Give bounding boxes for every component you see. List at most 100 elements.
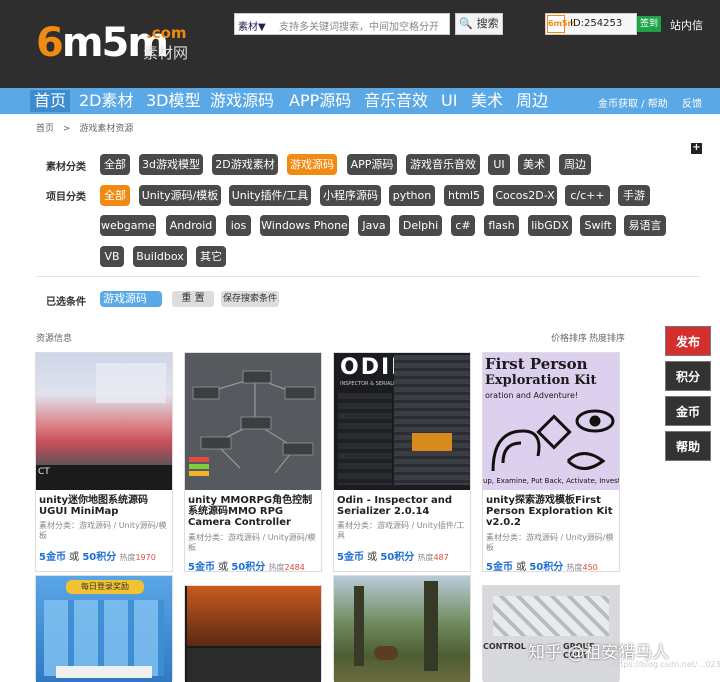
project-tag-selected[interactable]: 全部 xyxy=(100,185,130,206)
search-icon: 🔍 xyxy=(459,17,474,30)
price-or: 或 xyxy=(516,562,527,573)
resource-card[interactable]: CONTROL GROUP CONT xyxy=(482,585,620,682)
card-thumbnail[interactable]: CT xyxy=(36,353,172,490)
heat-label: 热度 xyxy=(268,563,285,572)
category-tag[interactable]: 游戏音乐音效 xyxy=(406,154,480,175)
project-tag[interactable]: 易语言 xyxy=(624,215,666,236)
resource-card[interactable]: ODIN INSPECTOR & SERIALIZER Odin - Inspe… xyxy=(333,352,471,572)
nav-item-ui[interactable]: UI xyxy=(441,90,457,112)
card-thumbnail[interactable]: 每日登录奖励 xyxy=(36,576,172,682)
category-tag[interactable]: 3d游戏模型 xyxy=(139,154,203,175)
logo-cn: 素材网 xyxy=(143,44,189,62)
nav-item-audio[interactable]: 音乐音效 xyxy=(364,90,428,112)
project-tag[interactable]: Windows Phone xyxy=(260,215,349,236)
project-tag[interactable]: 手游 xyxy=(618,185,650,206)
site-logo[interactable]: 6m5m .com 素材网 xyxy=(36,18,196,68)
breadcrumb-home[interactable]: 首页 xyxy=(36,124,54,134)
results-title: 资源信息 xyxy=(36,334,73,344)
project-tag[interactable]: Delphi xyxy=(399,215,442,236)
project-tag[interactable]: Android xyxy=(166,215,216,236)
category-tag[interactable]: 周边 xyxy=(559,154,591,175)
card-thumbnail[interactable]: CONTROL GROUP CONT xyxy=(483,586,619,682)
project-tag[interactable]: 其它 xyxy=(196,246,226,267)
nav-item-3d[interactable]: 3D模型 xyxy=(146,90,201,112)
resource-card[interactable]: unity MMORPG角色控制系统源码MMO RPG Camera Contr… xyxy=(184,352,322,573)
heat-value: 2484 xyxy=(284,563,305,572)
project-tag[interactable]: webgame xyxy=(100,215,156,236)
breadcrumb-separator: > xyxy=(62,124,71,134)
resource-card[interactable] xyxy=(184,585,322,682)
gold-button[interactable]: 金币 xyxy=(665,396,711,426)
help-button[interactable]: 帮助 xyxy=(665,431,711,461)
nav-item-misc[interactable]: 周边 xyxy=(516,90,548,112)
divider xyxy=(36,276,700,277)
publish-button[interactable]: 发布 xyxy=(665,326,711,356)
nav-gold-help-link[interactable]: 金币获取 / 帮助 xyxy=(598,95,668,110)
top-header: 6m5m .com 素材网 素材▼ 支持多关键词搜索，中间加空格分开 🔍 搜索 … xyxy=(0,0,720,88)
category-tag[interactable]: APP源码 xyxy=(347,154,397,175)
project-tag[interactable]: ios xyxy=(226,215,251,236)
project-tag[interactable]: Unity插件/工具 xyxy=(229,185,311,206)
points-button[interactable]: 积分 xyxy=(665,361,711,391)
plus-icon[interactable]: + xyxy=(691,143,702,154)
points-price: 50积分 xyxy=(231,562,266,573)
category-tag[interactable]: UI xyxy=(488,154,510,175)
project-tag[interactable]: c# xyxy=(451,215,475,236)
price-or: 或 xyxy=(218,562,229,573)
project-tag[interactable]: Unity源码/模板 xyxy=(139,185,221,206)
search-box[interactable]: 素材▼ 支持多关键词搜索，中间加空格分开 xyxy=(234,13,450,35)
nav-item-app-source[interactable]: APP源码 xyxy=(289,90,351,112)
sort-heat-link[interactable]: 热度排序 xyxy=(589,331,625,344)
fpe-title-1: First Person xyxy=(485,355,588,373)
category-tag-selected[interactable]: 游戏源码 xyxy=(287,154,337,175)
project-tag[interactable]: c/c++ xyxy=(565,185,610,206)
user-box[interactable]: 6m5m ID:254253 xyxy=(545,13,637,35)
resource-card[interactable]: CT unity迷你地图系统源码UGUI MiniMap 素材分类：游戏源码 /… xyxy=(35,352,173,572)
card-thumbnail[interactable] xyxy=(185,353,321,490)
nav-item-2d[interactable]: 2D素材 xyxy=(79,90,134,112)
project-tag[interactable]: Swift xyxy=(580,215,616,236)
main-nav: 首页 2D素材 3D模型 游戏源码 APP源码 音乐音效 UI 美术 周边 金币… xyxy=(0,88,720,114)
save-search-button[interactable]: 保存搜索条件 xyxy=(221,291,279,307)
fpe-title-2: Exploration Kit xyxy=(485,373,597,388)
reset-button[interactable]: 重 置 xyxy=(172,291,214,307)
card-thumbnail[interactable]: First Person Exploration Kit oration and… xyxy=(483,353,619,490)
resource-card[interactable]: 每日登录奖励 xyxy=(35,575,173,682)
watermark-url: https://blog.csdn.net/...0232497 xyxy=(612,660,720,669)
project-tag[interactable]: Buildbox xyxy=(133,246,187,267)
nav-item-game-source[interactable]: 游戏源码 xyxy=(210,90,274,112)
resource-card[interactable] xyxy=(333,575,471,682)
project-tag[interactable]: 小程序源码 xyxy=(320,185,381,206)
sort-price-link[interactable]: 价格排序 xyxy=(551,331,587,344)
selected-label: 已选条件 xyxy=(46,297,86,308)
category-tag[interactable]: 全部 xyxy=(100,154,130,175)
project-tag[interactable]: html5 xyxy=(444,185,484,206)
card-thumbnail[interactable] xyxy=(334,576,470,682)
sign-in-button[interactable]: 签到 xyxy=(637,16,661,32)
close-icon[interactable]: × xyxy=(106,308,115,321)
project-tag[interactable]: Java xyxy=(358,215,390,236)
project-tag[interactable]: python xyxy=(389,185,435,206)
resource-card[interactable]: First Person Exploration Kit oration and… xyxy=(482,352,620,573)
card-title[interactable]: unity探索游戏模板First Person Exploration Kit … xyxy=(486,495,618,528)
search-category-select[interactable]: 素材▼ xyxy=(238,18,266,33)
nav-feedback-link[interactable]: 反馈 xyxy=(682,95,702,110)
selected-chip[interactable]: 游戏源码 × xyxy=(100,291,162,321)
card-thumbnail[interactable] xyxy=(185,586,321,682)
card-price: 5金币 或 50积分 热度2484 xyxy=(188,558,305,573)
card-title[interactable]: unity迷你地图系统源码UGUI MiniMap xyxy=(39,495,171,517)
nav-item-art[interactable]: 美术 xyxy=(471,90,503,112)
card-title[interactable]: unity MMORPG角色控制系统源码MMO RPG Camera Contr… xyxy=(188,495,320,528)
nav-item-home[interactable]: 首页 xyxy=(30,90,70,112)
project-tag[interactable]: Cocos2D-X xyxy=(493,185,557,206)
category-tag[interactable]: 美术 xyxy=(518,154,550,175)
search-button[interactable]: 🔍 搜索 xyxy=(455,13,503,35)
project-tag[interactable]: VB xyxy=(100,246,124,267)
card-thumbnail[interactable]: ODIN INSPECTOR & SERIALIZER xyxy=(334,353,470,490)
project-tag[interactable]: flash xyxy=(484,215,519,236)
card-title[interactable]: Odin - Inspector and Serializer 2.0.14 xyxy=(337,495,469,517)
project-tag[interactable]: libGDX xyxy=(528,215,572,236)
category-tag[interactable]: 2D游戏素材 xyxy=(212,154,278,175)
search-input[interactable]: 支持多关键词搜索，中间加空格分开 xyxy=(279,18,439,33)
messages-link[interactable]: 站内信 xyxy=(670,17,703,33)
